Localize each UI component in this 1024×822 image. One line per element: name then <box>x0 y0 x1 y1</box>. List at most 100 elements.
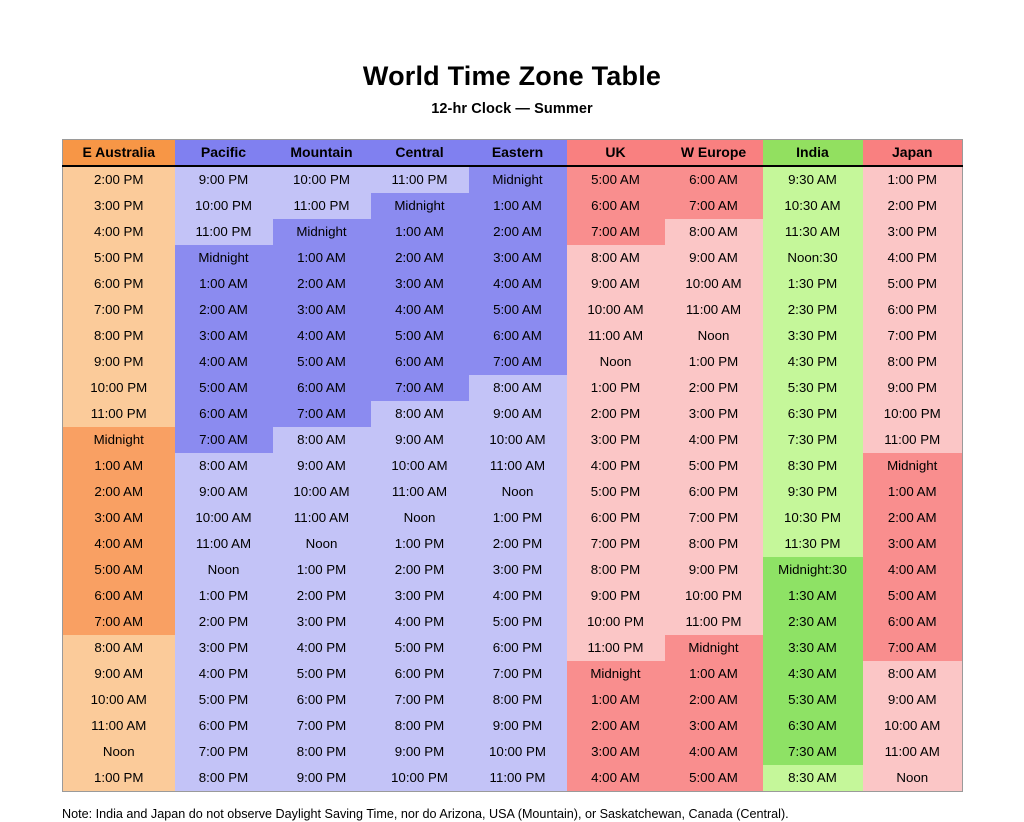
time-cell: 5:30 PM <box>762 374 863 401</box>
time-cell: 6:00 PM <box>174 712 273 739</box>
time-cell: 11:00 AM <box>370 478 469 505</box>
time-cell: 8:00 PM <box>664 530 763 557</box>
time-cell: 2:00 PM <box>664 374 763 401</box>
time-cell: 1:00 AM <box>664 660 763 687</box>
time-cell: 11:00 PM <box>468 764 567 792</box>
time-cell: 2:30 PM <box>762 296 863 323</box>
time-cell: 10:00 PM <box>272 165 371 193</box>
time-cell: 11:00 AM <box>174 530 273 557</box>
time-cell: 2:00 PM <box>62 165 175 193</box>
time-cell: 4:00 PM <box>370 608 469 635</box>
time-cell: 5:00 PM <box>62 244 175 271</box>
table-row: 4:00 PM 11:00 PM Midnight 1:00 AM 2:00 AM 7:0… <box>62 218 963 245</box>
table-row: 7:00 PM 2:00 AM 3:00 AM 4:00 AM 5:00 AM 10:00… <box>62 296 963 323</box>
time-cell: 3:00 AM <box>468 244 567 271</box>
time-cell: 1:00 PM <box>566 374 665 401</box>
time-cell: 3:00 PM <box>664 400 763 427</box>
time-cell: 10:00 PM <box>566 608 665 635</box>
time-cell: 9:00 AM <box>174 478 273 505</box>
time-cell: 9:00 AM <box>370 426 469 453</box>
time-cell: 3:00 PM <box>272 608 371 635</box>
time-cell: 7:00 AM <box>664 192 763 219</box>
time-cell: 4:00 AM <box>468 270 567 297</box>
time-cell: 8:00 PM <box>272 738 371 765</box>
time-cell: Midnight <box>370 192 469 219</box>
time-cell: 4:30 AM <box>762 660 863 687</box>
time-cell: 3:00 PM <box>174 634 273 661</box>
time-cell: 5:00 AM <box>566 165 665 193</box>
time-cell: 2:00 AM <box>370 244 469 271</box>
header-row: E Australia Pacific Mountain Central Eastern… <box>62 139 963 167</box>
time-cell: 7:00 PM <box>664 504 763 531</box>
time-cell: 2:00 AM <box>174 296 273 323</box>
time-cell: 3:00 PM <box>862 218 963 245</box>
time-cell: 3:30 AM <box>762 634 863 661</box>
time-cell: 9:30 AM <box>762 165 863 193</box>
time-cell: 6:00 PM <box>370 660 469 687</box>
table-row: 6:00 AM 1:00 PM 2:00 PM 3:00 PM 4:00 PM 9:00 … <box>62 582 963 609</box>
time-cell: 3:00 AM <box>566 738 665 765</box>
time-cell: Noon <box>62 738 175 765</box>
table-row: Midnight 7:00 AM 8:00 AM 9:00 AM 10:00 AM 3:0… <box>62 426 963 453</box>
time-cell: 9:30 PM <box>762 478 863 505</box>
time-cell: Midnight <box>566 660 665 687</box>
time-cell: 11:00 PM <box>664 608 763 635</box>
time-cell: 3:00 AM <box>174 322 273 349</box>
table-row: 5:00 AM Noon 1:00 PM 2:00 PM 3:00 PM 8:00 PM 9… <box>62 556 963 583</box>
time-cell: 6:00 AM <box>566 192 665 219</box>
time-cell: 5:00 AM <box>664 764 763 792</box>
time-cell: 7:00 PM <box>62 296 175 323</box>
time-cell: 5:00 AM <box>272 348 371 375</box>
time-cell: 10:00 AM <box>468 426 567 453</box>
table-row: 8:00 PM 3:00 AM 4:00 AM 5:00 AM 6:00 AM 11:00… <box>62 322 963 349</box>
time-cell: 9:00 PM <box>174 165 273 193</box>
column-header-mountain: Mountain <box>272 139 371 167</box>
time-cell: 3:00 AM <box>62 504 175 531</box>
time-cell: 11:00 PM <box>862 426 963 453</box>
time-cell: 2:00 AM <box>566 712 665 739</box>
time-cell: 8:00 AM <box>272 426 371 453</box>
table-row: 2:00 AM 9:00 AM 10:00 AM 11:00 AM Noon 5:00 P… <box>62 478 963 505</box>
time-cell: 4:00 PM <box>62 218 175 245</box>
time-cell: Noon:30 <box>762 244 863 271</box>
time-cell: 2:00 PM <box>174 608 273 635</box>
time-cell: 1:00 PM <box>862 165 963 193</box>
time-cell: 11:00 AM <box>862 738 963 765</box>
time-cell: 5:00 PM <box>272 660 371 687</box>
time-cell: 7:00 AM <box>174 426 273 453</box>
column-header-w-europe: W Europe <box>664 139 763 167</box>
time-cell: Midnight <box>468 165 567 193</box>
time-cell: 6:00 PM <box>62 270 175 297</box>
time-cell: 11:00 AM <box>272 504 371 531</box>
time-cell: 8:00 AM <box>468 374 567 401</box>
time-cell: Midnight:30 <box>762 556 863 583</box>
time-cell: 4:00 AM <box>370 296 469 323</box>
table-row: 10:00 PM 5:00 AM 6:00 AM 7:00 AM 8:00 AM 1:00… <box>62 374 963 401</box>
time-cell: 11:00 AM <box>664 296 763 323</box>
table-row: 4:00 AM 11:00 AM Noon 1:00 PM 2:00 PM 7:00 PM… <box>62 530 963 557</box>
time-cell: 7:00 AM <box>468 348 567 375</box>
time-cell: 9:00 PM <box>272 764 371 792</box>
time-cell: 10:00 PM <box>664 582 763 609</box>
time-cell: 4:00 PM <box>272 634 371 661</box>
time-cell: 1:30 PM <box>762 270 863 297</box>
time-cell: 8:00 AM <box>174 452 273 479</box>
time-cell: 2:00 AM <box>62 478 175 505</box>
time-cell: 10:00 AM <box>370 452 469 479</box>
time-cell: 6:00 AM <box>664 165 763 193</box>
time-cell: 3:00 PM <box>62 192 175 219</box>
column-header-india: India <box>762 139 863 167</box>
time-cell: 11:00 AM <box>62 712 175 739</box>
time-cell: 1:00 PM <box>664 348 763 375</box>
time-cell: 8:00 PM <box>174 764 273 792</box>
time-cell: 1:00 PM <box>272 556 371 583</box>
table-row: 6:00 PM 1:00 AM 2:00 AM 3:00 AM 4:00 AM 9:00 … <box>62 270 963 297</box>
title-block: World Time Zone Table 12-hr Clock — Summ… <box>0 0 1024 116</box>
time-cell: 2:00 PM <box>272 582 371 609</box>
time-cell: 10:00 PM <box>174 192 273 219</box>
time-cell: 1:00 PM <box>468 504 567 531</box>
time-cell: 4:00 PM <box>664 426 763 453</box>
time-cell: Midnight <box>174 244 273 271</box>
column-header-central: Central <box>370 139 469 167</box>
time-cell: 9:00 AM <box>566 270 665 297</box>
